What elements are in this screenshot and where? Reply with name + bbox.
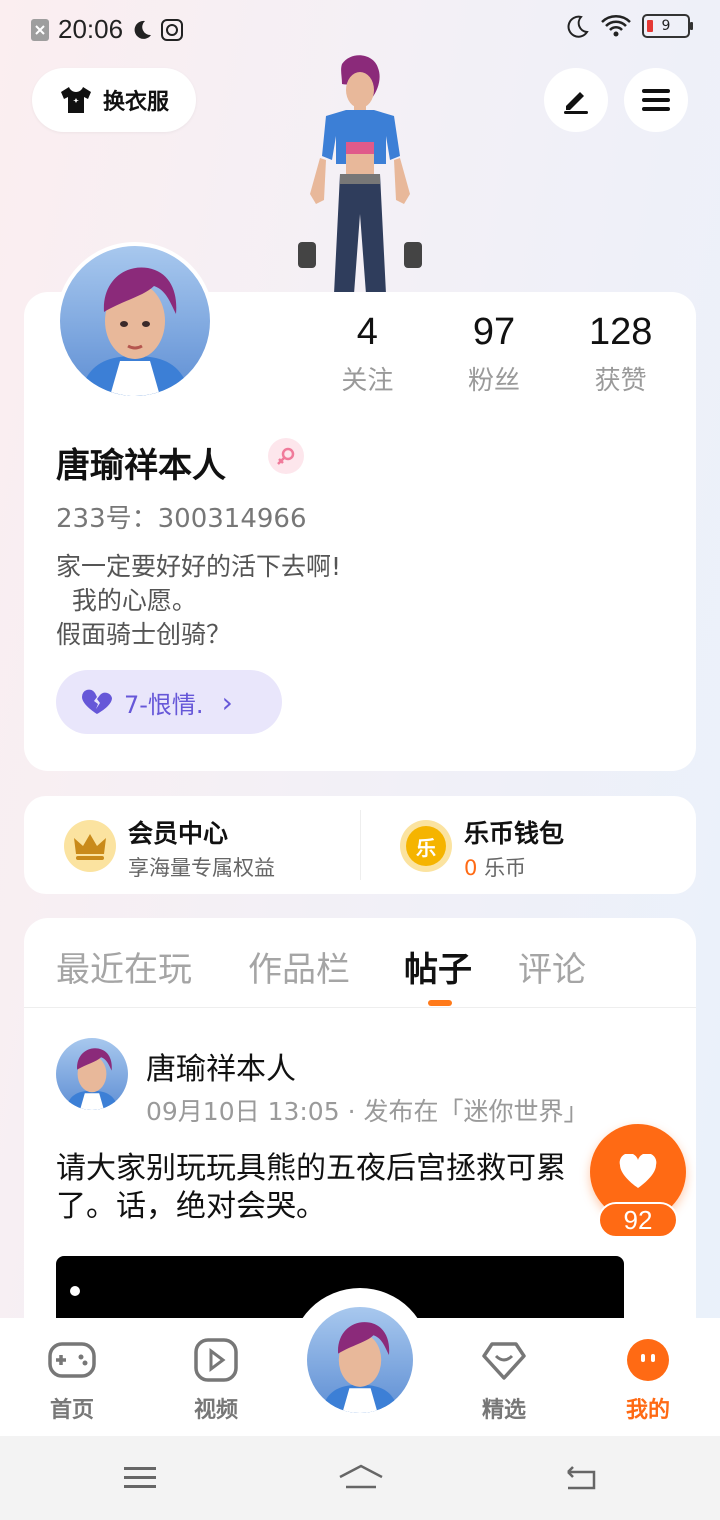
wallet-title: 乐币钱包 [464,819,565,848]
following-label: 关注 [341,366,394,396]
post-meta: 09月10日 13:05 · 发布在「迷你世界」 [146,1097,589,1126]
user-bio: 家一定要好好的活下去啊! 我的心愿。 假面骑士创骑？ [56,552,342,649]
nav-me-label: 我的 [625,1398,670,1423]
back-icon [567,1466,596,1490]
play-icon [194,1338,238,1382]
followers-count: 97 [472,311,516,353]
likes-count: 128 [588,311,653,353]
followers-label: 粉丝 [468,366,521,396]
battery-icon: 9 [642,14,693,38]
active-tab-indicator [428,1000,452,1006]
menu-button[interactable] [624,68,688,132]
nav-center-avatar-button[interactable] [304,1304,416,1416]
media-indicator [70,1286,80,1296]
nav-video-label: 视频 [193,1398,238,1423]
female-gender-icon [268,438,304,474]
gamepad-icon [48,1342,96,1378]
change-outfit-label: 换衣服 [102,90,169,115]
system-navigation-bar [0,1436,720,1520]
wallet-entry[interactable]: 乐 乐币钱包 0 乐币 [360,796,696,894]
wifi-icon [601,15,631,37]
clock: 20:06 [58,14,124,44]
nav-video[interactable]: 视频 [166,1334,266,1424]
member-center-entry[interactable]: 会员中心 享海量专属权益 [24,796,360,894]
featured-icon [482,1342,526,1380]
home-icon [339,1464,383,1489]
pencil-icon [564,92,588,114]
broken-heart-icon [81,689,112,714]
edit-profile-button[interactable] [544,68,608,132]
back-button[interactable] [560,1458,600,1498]
tab-recently-played[interactable]: 最近在玩 [56,942,192,991]
post-author-name[interactable]: 唐瑜祥本人 [146,1044,296,1088]
likes-label: 获赞 [594,366,647,396]
home-button[interactable] [338,1458,384,1498]
shirt-icon [60,87,91,113]
change-outfit-button[interactable]: 换衣服 [32,68,196,132]
followers-stat[interactable]: 97 粉丝 [431,310,558,397]
do-not-disturb-icon [567,15,589,38]
tab-posts[interactable]: 帖子 [404,942,472,991]
wallet-amount: 0 [464,856,478,880]
nav-me[interactable]: 我的 [598,1334,698,1424]
moon-icon [134,20,152,39]
member-center-subtitle: 享海量专属权益 [128,856,275,880]
coin-glyph: 乐 [406,826,446,866]
post-text[interactable]: 请大家别玩玩具熊的五夜后宫拯救可累了。话，绝对会哭。 [56,1150,616,1226]
member-center-title: 会员中心 [128,819,229,848]
like-count: 92 [598,1202,678,1238]
nav-home-label: 首页 [49,1398,94,1423]
crown-icon [64,820,116,872]
tab-works[interactable]: 作品栏 [248,942,350,991]
user-name: 唐瑜祥本人 [56,446,226,486]
user-id: 233号：300314966 [56,504,307,534]
wallet-balance: 0 乐币 [464,852,526,882]
nav-featured[interactable]: 精选 [454,1334,554,1424]
member-wallet-card: 会员中心 享海量专属权益 乐 乐币钱包 0 乐币 [24,796,696,894]
avatar-face-image [80,267,190,396]
recents-icon [124,1467,156,1488]
me-icon [627,1339,669,1381]
mood-label: 7-恨情. [124,690,204,719]
profile-avatar[interactable] [56,242,214,400]
nav-featured-label: 精选 [481,1398,526,1423]
content-card: 最近在玩 作品栏 帖子 评论 唐瑜祥本人 09月10日 13:05 · 发布在「… [24,918,696,1338]
following-stat[interactable]: 4 关注 [304,310,431,397]
battery-level: 9 [661,18,671,34]
coin-icon: 乐 [400,820,452,872]
profile-stats: 4 关注 97 粉丝 128 获赞 [304,310,684,397]
notification-close-icon [31,18,49,41]
wallet-unit: 乐币 [484,856,527,880]
nav-home[interactable]: 首页 [22,1334,122,1424]
hamburger-icon [642,89,670,111]
tab-comments[interactable]: 评论 [518,942,586,991]
recent-apps-button[interactable] [120,1458,160,1498]
heart-icon [619,1154,657,1188]
app-icon [161,18,184,41]
chevron-right-icon: › [221,685,233,719]
following-count: 4 [356,311,378,353]
mood-status-button[interactable]: 7-恨情. › [56,670,282,734]
status-bar: 20:06 9 [0,0,720,56]
character-avatar-figure[interactable] [290,54,430,294]
post-author-avatar[interactable] [56,1038,128,1110]
likes-stat[interactable]: 128 获赞 [557,310,684,397]
content-tabs: 最近在玩 作品栏 帖子 评论 [24,918,696,1008]
